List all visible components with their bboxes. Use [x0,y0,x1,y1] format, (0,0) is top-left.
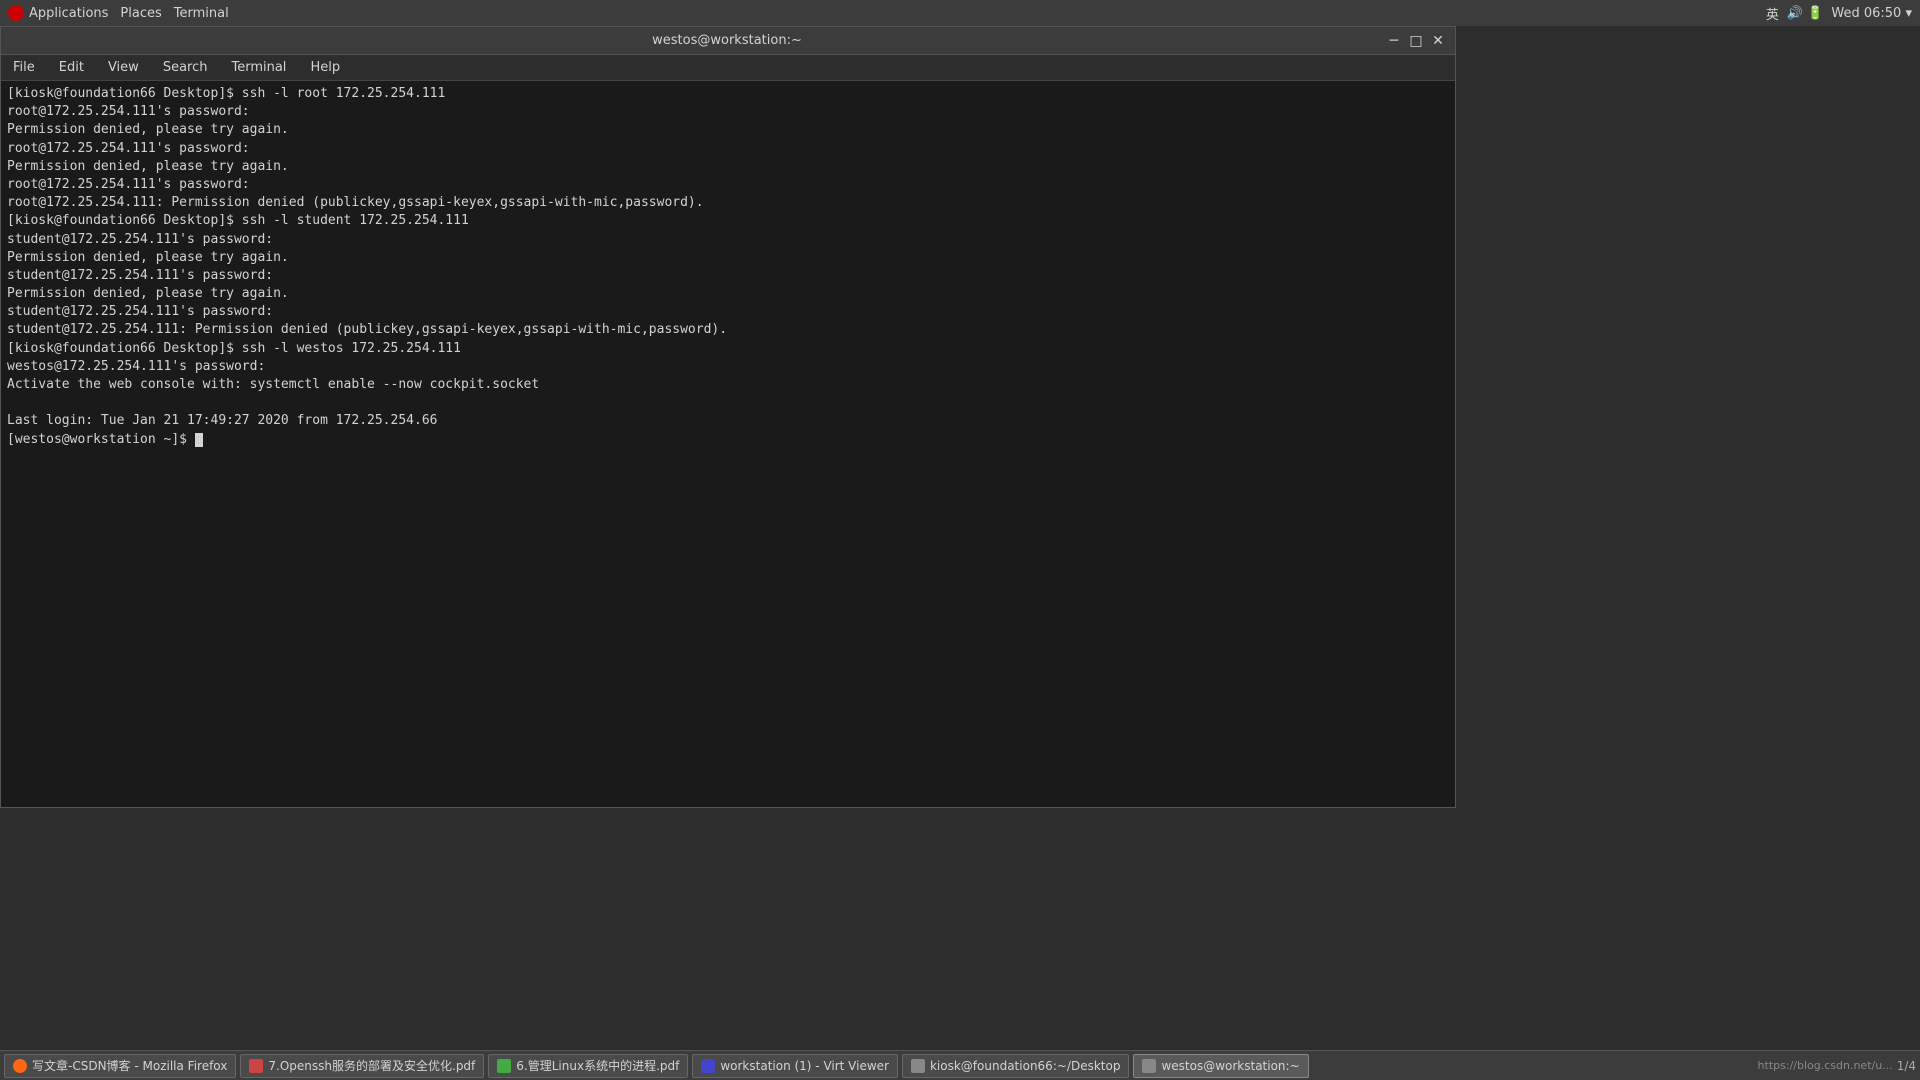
firefox-icon [13,1059,27,1073]
menu-search[interactable]: Search [157,58,214,77]
menu-terminal[interactable]: Terminal [225,58,292,77]
taskbar-virt[interactable]: workstation (1) - Virt Viewer [692,1054,898,1078]
taskbar-pdf2-label: 6.管理Linux系统中的进程.pdf [516,1057,679,1074]
applications-menu[interactable]: Applications [8,5,108,21]
taskbar-firefox[interactable]: 写文章-CSDN博客 - Mozilla Firefox [4,1054,236,1078]
menu-edit[interactable]: Edit [53,58,90,77]
applications-icon [8,5,24,21]
taskbar-virt-label: workstation (1) - Virt Viewer [720,1059,889,1073]
taskbar-pdf1-label: 7.Openssh服务的部署及安全优化.pdf [268,1057,475,1074]
taskbar-firefox-label: 写文章-CSDN博客 - Mozilla Firefox [32,1057,227,1074]
terminal-menubar: File Edit View Search Terminal Help [1,55,1455,81]
close-button[interactable]: ✕ [1429,32,1447,50]
terminal-menu[interactable]: Terminal [174,6,229,21]
window-title: westos@workstation:~ [69,33,1385,48]
pdf1-icon [249,1059,263,1073]
datetime: Wed 06:50 ▾ [1831,6,1912,21]
minimize-button[interactable]: ─ [1385,32,1403,50]
menu-file[interactable]: File [7,58,41,77]
menu-view[interactable]: View [102,58,145,77]
pdf2-icon [497,1059,511,1073]
places-menu[interactable]: Places [120,6,161,21]
taskbar-desktop-label: kiosk@foundation66:~/Desktop [930,1059,1120,1073]
taskbar-westos[interactable]: westos@workstation:~ [1133,1054,1308,1078]
system-tray: 🔊 🔋 [1787,6,1824,21]
terminal-titlebar: westos@workstation:~ ─ □ ✕ [1,27,1455,55]
desktop-icon [911,1059,925,1073]
taskbar-right: https://blog.csdn.net/u... 1/4 [1758,1059,1916,1073]
top-bar-right: 英 🔊 🔋 Wed 06:50 ▾ [1766,4,1912,23]
page-indicator: 1/4 [1897,1059,1916,1073]
taskbar: 写文章-CSDN博客 - Mozilla Firefox 7.Openssh服务… [0,1050,1920,1080]
top-bar-left: Applications Places Terminal [8,5,229,21]
taskbar-pdf1[interactable]: 7.Openssh服务的部署及安全优化.pdf [240,1054,484,1078]
lang-indicator: 英 [1766,4,1779,23]
top-bar: Applications Places Terminal 英 🔊 🔋 Wed 0… [0,0,1920,26]
terminal-body[interactable]: [kiosk@foundation66 Desktop]$ ssh -l roo… [1,81,1455,807]
terminal-window: westos@workstation:~ ─ □ ✕ File Edit Vie… [0,26,1456,808]
maximize-button[interactable]: □ [1407,32,1425,50]
menu-help[interactable]: Help [304,58,346,77]
taskbar-desktop[interactable]: kiosk@foundation66:~/Desktop [902,1054,1129,1078]
window-controls: ─ □ ✕ [1385,32,1447,50]
taskbar-pdf2[interactable]: 6.管理Linux系统中的进程.pdf [488,1054,688,1078]
taskbar-westos-label: westos@workstation:~ [1161,1059,1299,1073]
westos-icon [1142,1059,1156,1073]
virt-icon [701,1059,715,1073]
taskbar-url: https://blog.csdn.net/u... [1758,1059,1893,1072]
applications-label: Applications [29,6,108,21]
